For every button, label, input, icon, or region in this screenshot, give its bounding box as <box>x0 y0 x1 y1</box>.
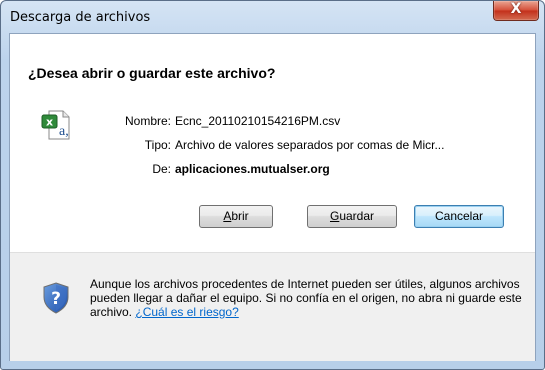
save-button-accesskey: G <box>329 209 340 223</box>
file-name-label: Nombre: <box>124 114 171 128</box>
file-type-value: Archivo de valores separados por comas d… <box>175 138 445 152</box>
save-button-label: uardar <box>339 209 375 223</box>
cancel-button-label: Cancelar <box>434 209 484 223</box>
file-type-label: Tipo: <box>144 138 171 152</box>
cancel-button[interactable]: Cancelar <box>414 205 504 228</box>
close-icon: X <box>510 1 522 17</box>
save-button[interactable]: Guardar <box>307 205 397 228</box>
security-warning-section: ? Aunque los archivos procedentes de Int… <box>10 252 535 361</box>
shield-question-icon: ? <box>43 282 69 314</box>
file-source-value: aplicaciones.mutualser.org <box>175 162 330 176</box>
open-button[interactable]: Abrir <box>199 205 273 228</box>
security-warning-text: Aunque los archivos procedentes de Inter… <box>90 277 530 319</box>
risk-info-link[interactable]: ¿Cuál es el riesgo? <box>135 305 238 319</box>
title-bar[interactable]: Descarga de archivos X <box>1 1 544 33</box>
dialog-question: ¿Desea abrir o guardar este archivo? <box>28 65 276 81</box>
dialog-content: ¿Desea abrir o guardar este archivo? x a… <box>9 33 536 361</box>
window-title: Descarga de archivos <box>10 10 151 25</box>
open-button-label: brir <box>231 209 249 223</box>
download-dialog-window: Descarga de archivos X ¿Desea abrir o gu… <box>0 0 545 370</box>
close-button[interactable]: X <box>493 1 539 21</box>
file-info-section: ¿Desea abrir o guardar este archivo? x a… <box>10 34 535 252</box>
file-source-label: De: <box>152 162 171 176</box>
svg-text:?: ? <box>51 289 61 309</box>
file-name-value: Ecnc_20110210154216PM.csv <box>175 114 341 128</box>
